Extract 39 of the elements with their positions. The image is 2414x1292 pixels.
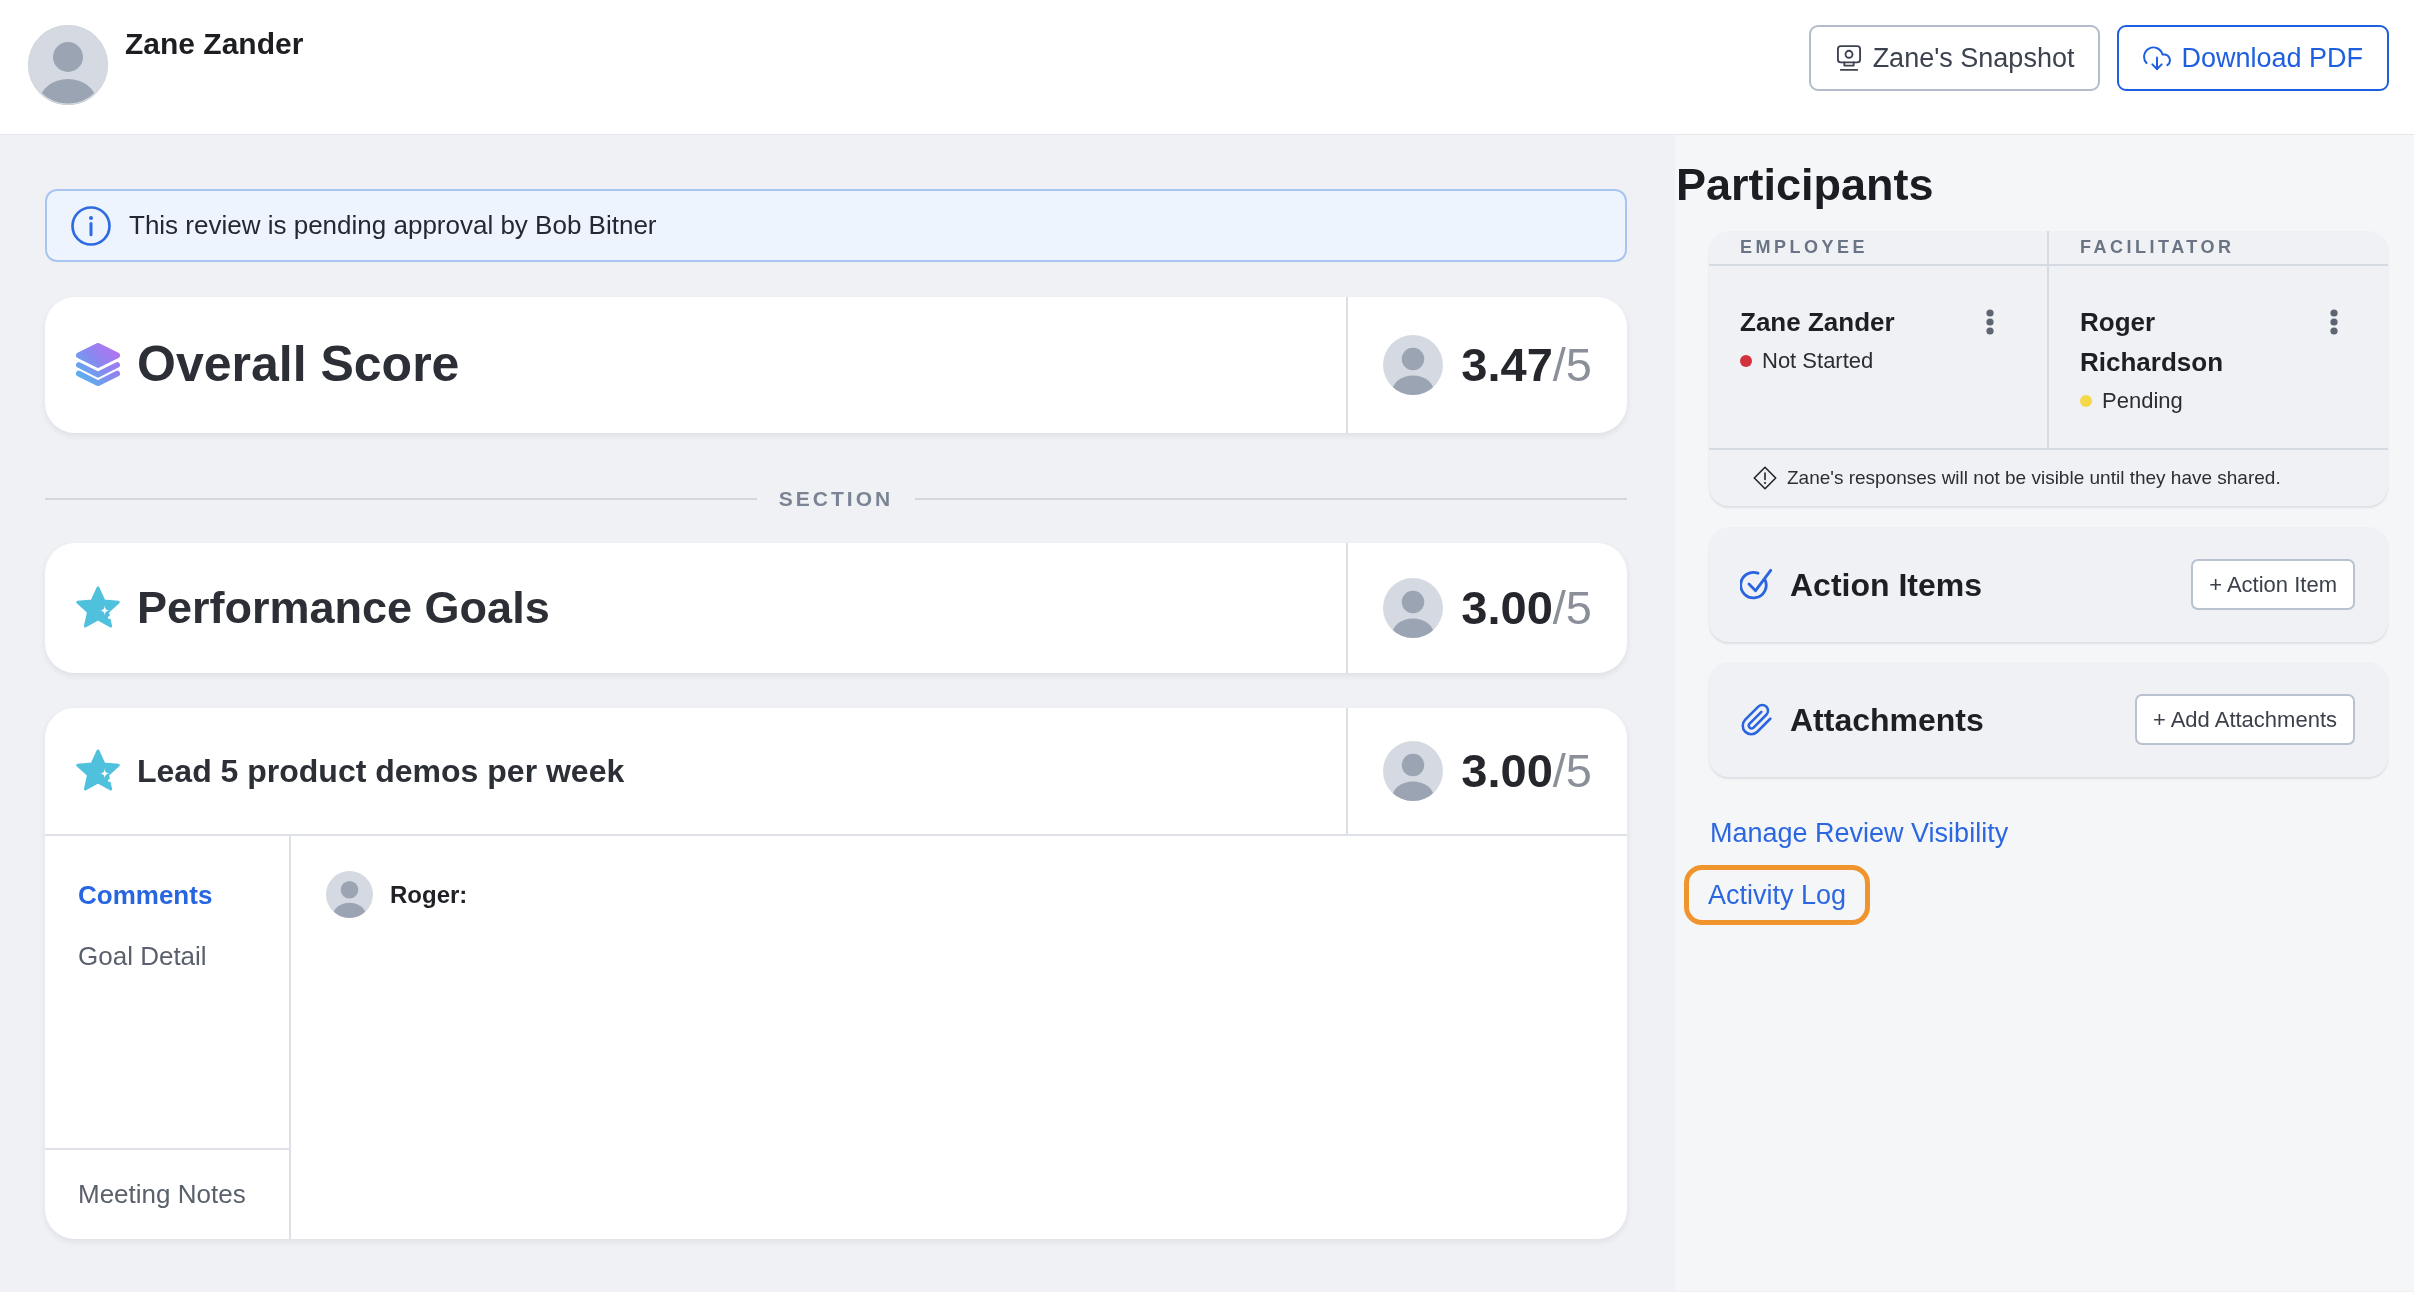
participant-name: Zane Zander [1740, 306, 1895, 339]
goal-title: Lead 5 product demos per week [137, 752, 625, 790]
card-title: Performance Goals [137, 582, 550, 634]
panel-title: Attachments [1790, 700, 1984, 740]
paperclip-icon [1740, 702, 1774, 737]
meeting-notes-tab[interactable]: Meeting Notes [78, 1179, 246, 1210]
alert-text: This review is pending approval by Bob Bitner [129, 209, 657, 242]
user-name: Zane Zander [125, 26, 304, 62]
column-heading: EMPLOYEE [1709, 231, 2049, 266]
check-circle-icon [1740, 567, 1774, 602]
cloud-download-icon [2143, 44, 2172, 72]
layers-icon [75, 342, 121, 388]
review-link[interactable]: Manage Review Visibility [1710, 817, 2009, 849]
webcam-icon [1834, 44, 1863, 72]
warning-icon [1753, 466, 1777, 490]
snapshot-button[interactable]: Zane's Snapshot [1808, 25, 2101, 91]
score-value: 3.00/5 [1461, 745, 1592, 797]
column-heading: FACILITATOR [2049, 231, 2388, 266]
info-icon [71, 205, 111, 246]
add-action-item-button[interactable]: + Action Item [2191, 559, 2355, 610]
add-attachments-button[interactable]: + Add Attachments [2134, 694, 2355, 745]
kebab-menu-icon[interactable] [2330, 309, 2338, 335]
participants-heading: Participants [1676, 158, 1935, 212]
goal-tab[interactable]: Comments [78, 880, 213, 911]
card-title: Overall Score [137, 336, 460, 394]
comment-author: Roger: [390, 879, 468, 910]
status-text: Not Started [1762, 347, 1874, 375]
status-text: Pending [2102, 387, 2183, 415]
panel-title: Action Items [1790, 565, 1983, 605]
participant-name: Roger Richardson [2080, 306, 2225, 379]
notice-text: Zane's responses will not be visible until they have shared. [1787, 465, 2281, 490]
section-label: SECTION [777, 486, 895, 513]
review-link[interactable]: Activity Log [1684, 865, 1871, 925]
goal-tab[interactable]: Goal Detail [78, 941, 207, 972]
score-value: 3.47/5 [1461, 339, 1592, 391]
score-value: 3.00/5 [1461, 582, 1592, 634]
kebab-menu-icon[interactable] [1986, 309, 1994, 335]
avatar-icon [326, 871, 373, 918]
download-pdf-button[interactable]: Download PDF [2117, 25, 2389, 91]
